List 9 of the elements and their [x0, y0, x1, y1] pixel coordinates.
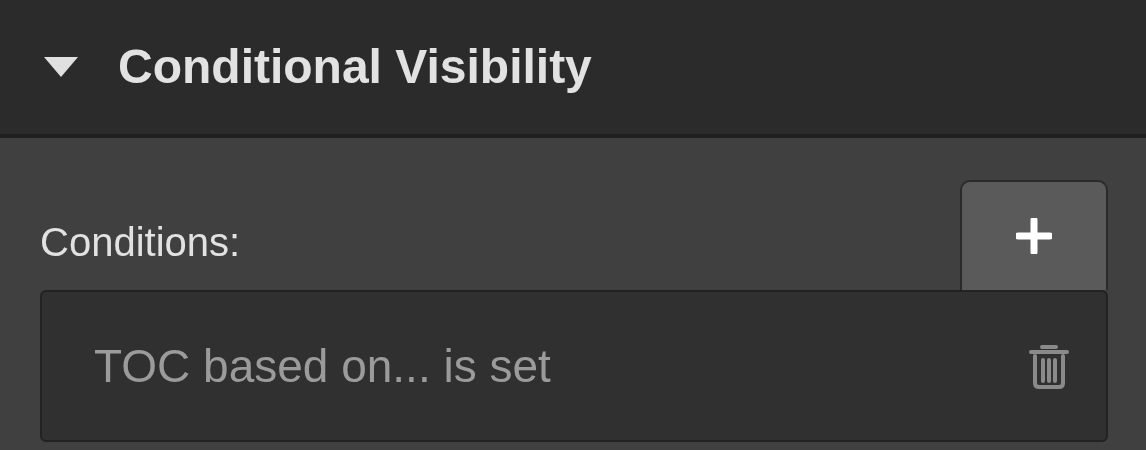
caret-icon — [44, 57, 78, 77]
trash-icon[interactable] — [1028, 343, 1070, 389]
section-title: Conditional Visibility — [118, 43, 592, 91]
conditions-label: Conditions: — [40, 222, 241, 266]
add-button[interactable] — [960, 180, 1108, 290]
condition-row[interactable]: TOC based on... is set — [40, 290, 1108, 442]
section-header[interactable]: Conditional Visibility — [0, 0, 1146, 138]
plus-icon — [1016, 218, 1052, 254]
condition-text: TOC based on... is set — [94, 343, 551, 389]
